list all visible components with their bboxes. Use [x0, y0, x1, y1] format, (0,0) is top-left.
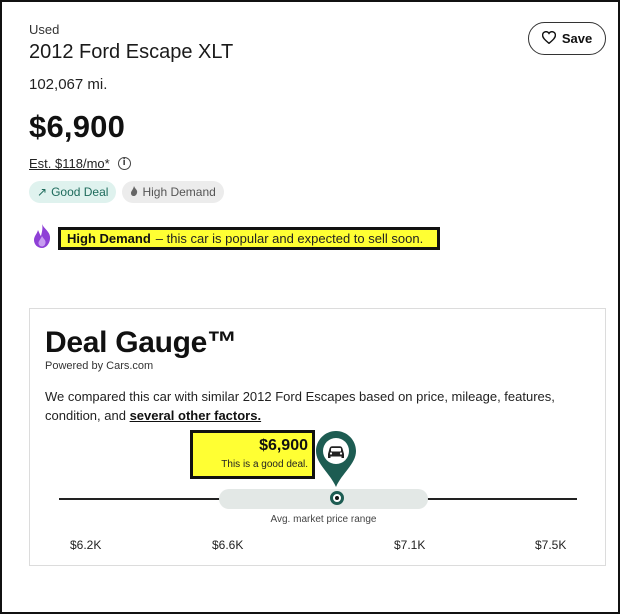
high-demand-text: – this car is popular and expected to se… [155, 230, 424, 246]
badge-label: Good Deal [51, 185, 109, 199]
other-factors-link[interactable]: several other factors. [130, 408, 262, 423]
deal-gauge-description: We compared this car with similar 2012 F… [45, 387, 575, 425]
condition-label: Used [29, 22, 60, 37]
high-demand-badge: High Demand [122, 181, 224, 203]
save-label: Save [561, 31, 593, 46]
vehicle-title: 2012 Ford Escape XLT [29, 41, 234, 63]
description-text: We compared this car with similar 2012 F… [45, 389, 555, 423]
heart-icon [541, 30, 556, 47]
tick-label: $6.6K [212, 538, 244, 552]
tick-label: $7.1K [394, 538, 426, 552]
tick-label: $6.2K [70, 538, 102, 552]
badge-label: High Demand [142, 185, 216, 199]
deal-rating-text: This is a good deal. [221, 459, 308, 470]
avg-market-range-label: Avg. market price range [270, 514, 377, 525]
deal-gauge-card: Deal Gauge™ Powered by Cars.com We compa… [29, 308, 606, 566]
monthly-estimate-link[interactable]: Est. $118/mo* [29, 156, 110, 171]
deal-gauge-title: Deal Gauge™ [45, 326, 237, 359]
high-demand-strong: High Demand [67, 230, 151, 246]
high-demand-callout: High Demand – this car is popular and ex… [32, 224, 441, 253]
tick-label: $7.5K [535, 538, 567, 552]
flame-icon [32, 224, 52, 253]
price: $6,900 [29, 109, 126, 144]
good-deal-badge: ↗ Good Deal [29, 181, 117, 203]
mileage: 102,067 mi. [29, 76, 108, 93]
trending-up-icon: ↗ [37, 185, 48, 199]
car-pin-icon [316, 431, 356, 487]
info-icon[interactable]: i [117, 157, 131, 170]
estimate-row: Est. $118/mo* i [29, 156, 131, 171]
badge-row: ↗ Good Deal High Demand [29, 181, 224, 203]
high-demand-message: High Demand – this car is popular and ex… [58, 227, 441, 250]
powered-by: Powered by Cars.com [45, 360, 154, 372]
flame-icon [130, 185, 138, 199]
price-marker [330, 491, 344, 505]
deal-price: $6,900 [259, 437, 308, 454]
save-button[interactable]: Save [528, 22, 606, 55]
deal-price-callout: $6,900 This is a good deal. [190, 430, 315, 479]
avg-market-range-bar [219, 489, 428, 509]
